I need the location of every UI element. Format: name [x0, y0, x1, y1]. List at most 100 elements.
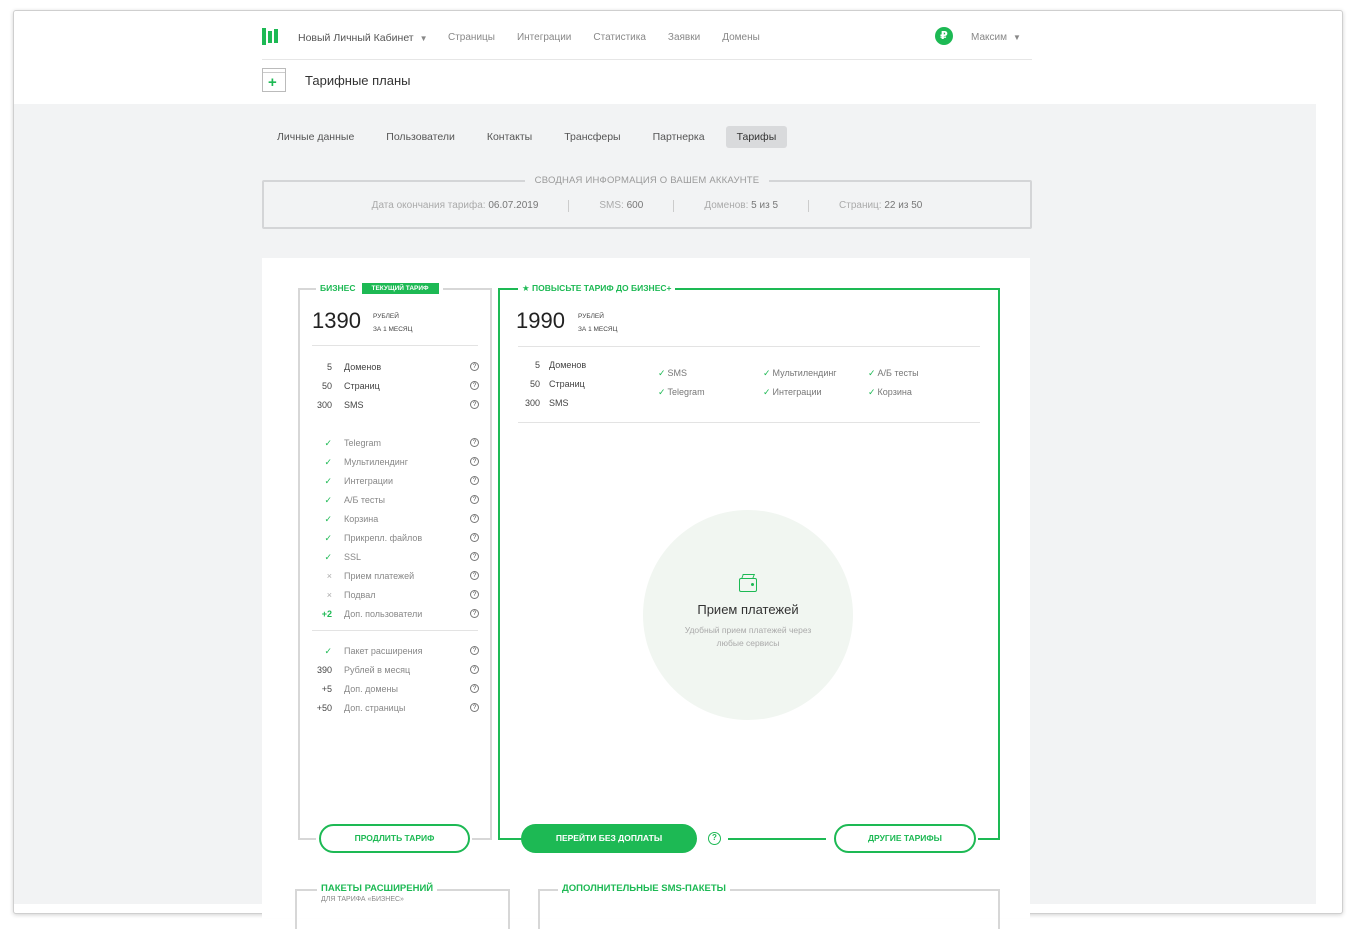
help-icon[interactable]: ?	[470, 438, 479, 447]
summary-title: СВОДНАЯ ИНФОРМАЦИЯ О ВАШЕМ АККАУНТЕ	[524, 175, 770, 186]
top-navigation: Новый Личный Кабинет ▼ Страницы Интеграци…	[262, 22, 1032, 60]
upgrade-feature-label: Корзина	[877, 387, 912, 397]
upgrade-feature-label: Интеграции	[772, 387, 822, 397]
logo-icon[interactable]	[262, 28, 278, 45]
renew-plan-button[interactable]: ПРОДЛИТЬ ТАРИФ	[319, 824, 470, 853]
feature-value: ✓	[324, 552, 332, 562]
feature-value: ✓	[324, 476, 332, 486]
feature-value: ✓	[324, 646, 332, 656]
help-icon[interactable]: ?	[470, 381, 479, 390]
upgrade-limit-label: Доменов	[549, 360, 587, 370]
help-icon[interactable]: ?	[470, 646, 479, 655]
ruble-icon[interactable]: ₽	[935, 27, 953, 45]
current-plan-badge: ТЕКУЩИЙ ТАРИФ	[361, 283, 439, 294]
check-icon: ✓	[868, 368, 876, 378]
upgrade-feature: ✓ Мультилендинг	[763, 368, 837, 379]
check-icon: ✓	[658, 387, 666, 397]
upgrade-feature-label: Telegram	[667, 387, 705, 397]
help-icon[interactable]: ?	[470, 457, 479, 466]
tab-contacts[interactable]: Контакты	[476, 126, 543, 148]
feature-value: ✓	[324, 514, 332, 524]
summary-domains: Доменов: 5 из 5	[674, 200, 810, 212]
upgrade-limit-value: 5	[534, 360, 540, 370]
other-tariffs-button[interactable]: ДРУГИЕ ТАРИФЫ	[834, 824, 976, 853]
upgrade-limit-label: SMS	[549, 398, 569, 408]
current-plan-legend: БИЗНЕС ТЕКУЩИЙ ТАРИФ	[316, 283, 443, 294]
tab-tariffs[interactable]: Тарифы	[725, 126, 788, 148]
feature-label: Пакет расширения	[344, 646, 423, 656]
feature-value: 390	[316, 665, 332, 675]
tab-transfers[interactable]: Трансферы	[553, 126, 631, 148]
upgrade-plan-legend: ★ ПОВЫСЬТЕ ТАРИФ ДО БИЗНЕС+	[518, 283, 676, 294]
user-menu[interactable]: Максим ▼	[971, 32, 1021, 43]
help-icon[interactable]: ?	[470, 703, 479, 712]
feature-row: ✓ А/Б тесты?	[300, 495, 490, 514]
feature-row: ✓ Мультилендинг?	[300, 457, 490, 476]
feature-row: +5 Доп. домены?	[300, 684, 490, 703]
nav-integrations[interactable]: Интеграции	[517, 32, 571, 43]
help-icon[interactable]: ?	[470, 495, 479, 504]
star-icon: ★	[522, 283, 530, 293]
feature-label: Доп. пользователи	[344, 609, 423, 619]
upgrade-limit-value: 50	[529, 379, 540, 389]
promo-title: Прием платежей	[697, 602, 799, 617]
nav-domains[interactable]: Домены	[722, 32, 760, 43]
help-icon[interactable]: ?	[708, 832, 721, 845]
nav-pages[interactable]: Страницы	[448, 32, 495, 43]
nav-statistics[interactable]: Статистика	[593, 32, 646, 43]
add-page-icon: +	[262, 68, 286, 92]
feature-row: +2 Доп. пользователи?	[300, 609, 490, 628]
feature-label: Страниц	[344, 381, 380, 391]
payments-promo: Прием платежей Удобный прием платежей че…	[643, 510, 853, 720]
settings-tabs: Личные данные Пользователи Контакты Тран…	[266, 126, 797, 148]
account-summary: СВОДНАЯ ИНФОРМАЦИЯ О ВАШЕМ АККАУНТЕ Дата…	[262, 175, 1032, 229]
app-switcher[interactable]: Новый Личный Кабинет ▼	[298, 32, 428, 44]
feature-row: 50 Страниц?	[300, 381, 490, 400]
feature-value: 300	[316, 400, 332, 410]
current-plan-price-unit: РУБЛЕЙ ЗА 1 МЕСЯЦ	[373, 313, 413, 333]
feature-label: Telegram	[344, 438, 382, 448]
page-title: Тарифные планы	[305, 73, 411, 88]
help-icon[interactable]: ?	[470, 400, 479, 409]
feature-value: ×	[326, 571, 332, 581]
sms-packages-title: ДОПОЛНИТЕЛЬНЫЕ SMS-ПАКЕТЫ	[558, 883, 730, 894]
check-icon: ✓	[868, 387, 876, 397]
help-icon[interactable]: ?	[470, 609, 479, 618]
help-icon[interactable]: ?	[470, 684, 479, 693]
tab-personal[interactable]: Личные данные	[266, 126, 365, 148]
help-icon[interactable]: ?	[470, 533, 479, 542]
promo-description: Удобный прием платежей через любые серви…	[684, 625, 812, 648]
help-icon[interactable]: ?	[470, 552, 479, 561]
upgrade-without-payment-button[interactable]: ПЕРЕЙТИ БЕЗ ДОПЛАТЫ	[521, 824, 697, 853]
help-icon[interactable]: ?	[470, 514, 479, 523]
help-icon[interactable]: ?	[470, 571, 479, 580]
feature-label: Рублей в месяц	[344, 665, 411, 675]
help-icon[interactable]: ?	[470, 590, 479, 599]
extension-packages-title: ПАКЕТЫ РАСШИРЕНИЙ	[317, 883, 438, 894]
feature-row: 5 Доменов?	[300, 362, 490, 381]
feature-row: ✓ Telegram?	[300, 438, 490, 457]
chevron-down-icon: ▼	[419, 34, 428, 43]
nav-requests[interactable]: Заявки	[668, 32, 700, 43]
current-plan-price: 1390	[312, 308, 361, 333]
wallet-icon	[739, 578, 757, 592]
feature-value: ×	[326, 590, 332, 600]
summary-sms: SMS: 600	[569, 200, 675, 212]
help-icon[interactable]: ?	[470, 476, 479, 485]
current-plan-name: БИЗНЕС	[320, 283, 356, 293]
feature-value: 5	[326, 362, 332, 372]
user-name: Максим	[971, 32, 1007, 43]
tab-users[interactable]: Пользователи	[375, 126, 466, 148]
feature-value: ✓	[324, 533, 332, 543]
feature-row: ✓ Интеграции?	[300, 476, 490, 495]
main-nav: Страницы Интеграции Статистика Заявки До…	[448, 32, 760, 43]
sms-packages-panel: ДОПОЛНИТЕЛЬНЫЕ SMS-ПАКЕТЫ	[538, 883, 1000, 929]
tab-partner[interactable]: Партнерка	[642, 126, 716, 148]
upgrade-feature-label: Мультилендинг	[772, 368, 837, 378]
feature-label: Мультилендинг	[344, 457, 409, 467]
upgrade-feature-label: А/Б тесты	[877, 368, 919, 378]
upgrade-feature: ✓ Корзина	[868, 387, 912, 398]
help-icon[interactable]: ?	[470, 665, 479, 674]
help-icon[interactable]: ?	[470, 362, 479, 371]
feature-value: +5	[321, 684, 332, 694]
